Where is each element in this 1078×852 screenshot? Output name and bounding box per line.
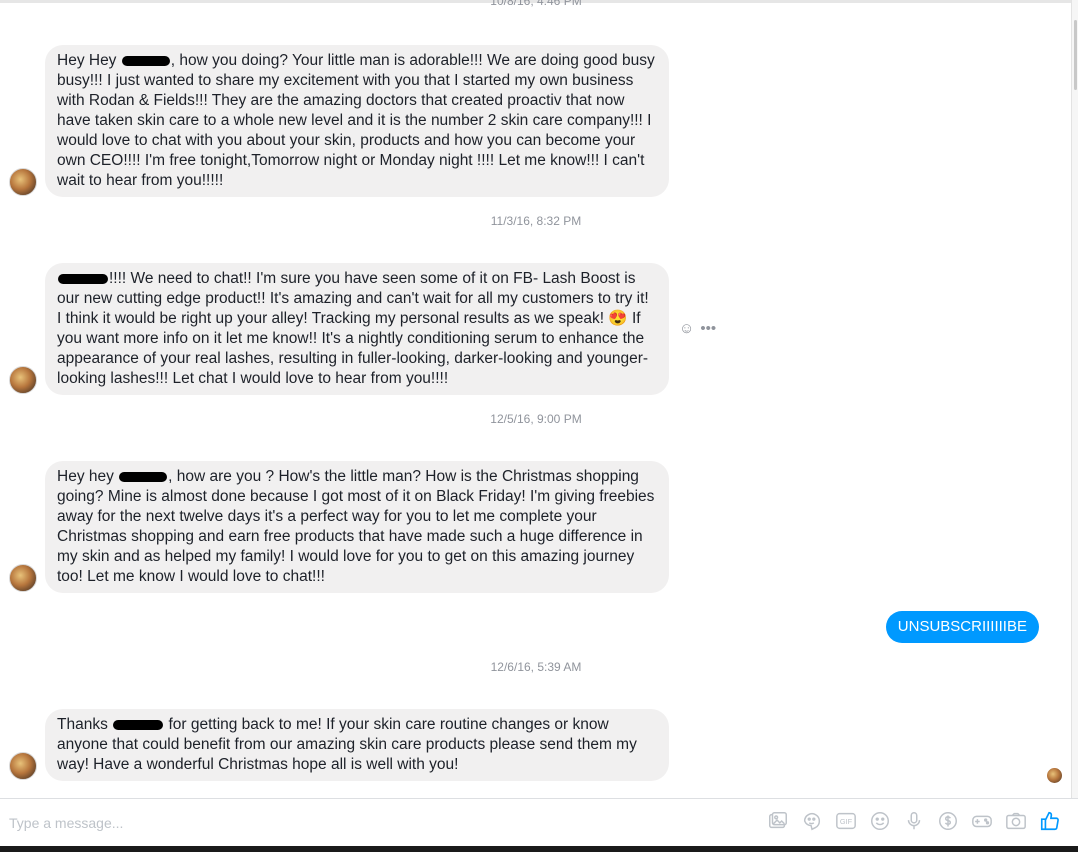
game-icon[interactable] bbox=[970, 809, 994, 833]
timestamp: 12/5/16, 9:00 PM bbox=[490, 412, 582, 426]
photo-icon[interactable] bbox=[766, 809, 790, 833]
sender-avatar[interactable] bbox=[9, 366, 37, 394]
redacted-name bbox=[58, 273, 108, 284]
timestamp: 11/3/16, 8:32 PM bbox=[490, 214, 582, 228]
redacted-name bbox=[121, 55, 170, 66]
sender-avatar[interactable] bbox=[9, 564, 37, 592]
redacted-name bbox=[113, 719, 164, 730]
message-bubble[interactable]: Hey hey , how are you ? How's the little… bbox=[45, 461, 669, 593]
message-text: , how are you ? How's the little man? Ho… bbox=[57, 468, 655, 585]
more-options-icon[interactable]: ••• bbox=[700, 321, 716, 337]
message-text: , how you doing? Your little man is ador… bbox=[57, 52, 655, 189]
composer-toolbar: GIF bbox=[766, 809, 1062, 833]
redacted-name bbox=[119, 471, 168, 482]
sender-avatar[interactable] bbox=[9, 168, 37, 196]
emoji-icon[interactable] bbox=[868, 809, 892, 833]
message-bubble[interactable]: Thanks for getting back to me! If your s… bbox=[45, 709, 669, 781]
seen-receipt-avatar bbox=[1047, 768, 1062, 783]
message-bubble[interactable]: !!!! We need to chat!! I'm sure you have… bbox=[45, 263, 669, 395]
message-composer: GIF bbox=[0, 798, 1078, 846]
message-text-start: Hey Hey bbox=[57, 52, 121, 69]
message-hover-tools: ☺ ••• bbox=[679, 321, 716, 337]
message-text-start: Thanks bbox=[57, 716, 113, 733]
message-text: !!!! We need to chat!! I'm sure you have… bbox=[57, 270, 649, 387]
message-text-start: Hey hey bbox=[57, 468, 119, 485]
message-thread[interactable]: 10/8/16, 4:46 PM Hey Hey , how you doing… bbox=[0, 0, 1072, 800]
timestamp: 10/8/16, 4:46 PM bbox=[490, 0, 582, 8]
payment-icon[interactable] bbox=[936, 809, 960, 833]
outgoing-message-bubble[interactable]: UNSUBSCRIIIIIIBE bbox=[885, 611, 1039, 643]
microphone-icon[interactable] bbox=[902, 809, 926, 833]
camera-icon[interactable] bbox=[1004, 809, 1028, 833]
scrollbar-thumb[interactable] bbox=[1074, 20, 1077, 90]
scrollbar-track[interactable] bbox=[1071, 0, 1078, 800]
sticker-icon[interactable] bbox=[800, 809, 824, 833]
svg-text:GIF: GIF bbox=[840, 817, 853, 826]
like-icon[interactable] bbox=[1038, 809, 1062, 833]
timestamp: 12/6/16, 5:39 AM bbox=[490, 660, 582, 674]
window-bottom-edge bbox=[0, 846, 1078, 852]
message-input[interactable] bbox=[9, 815, 609, 831]
gif-icon[interactable]: GIF bbox=[834, 809, 858, 833]
sender-avatar[interactable] bbox=[9, 752, 37, 780]
react-emoji-icon[interactable]: ☺ bbox=[679, 321, 694, 337]
message-bubble[interactable]: Hey Hey , how you doing? Your little man… bbox=[45, 45, 669, 197]
